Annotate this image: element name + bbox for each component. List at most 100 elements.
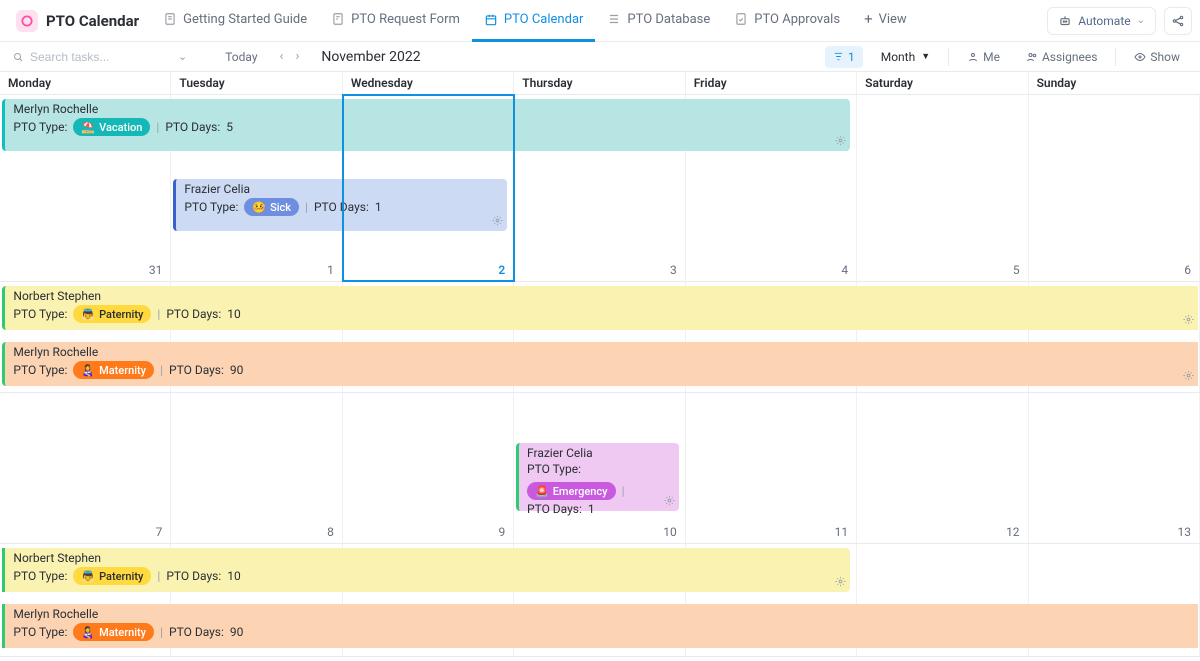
calendar-cell[interactable]: 12 — [857, 393, 1028, 543]
tab-pto-database[interactable]: PTO Database — [595, 0, 722, 41]
view-mode-selector[interactable]: Month ▼ — [873, 46, 938, 68]
event-days-label: PTO Days: — [527, 502, 582, 516]
day-number: 31 — [149, 263, 163, 277]
doc-icon — [163, 12, 177, 26]
robot-icon — [1058, 14, 1072, 28]
calendar-cell[interactable]: 11 — [686, 393, 857, 543]
calendar-cell[interactable]: 5 — [857, 95, 1028, 281]
event-person: Norbert Stephen — [9, 551, 845, 565]
calendar-cell[interactable]: 7 — [0, 393, 171, 543]
day-number: 11 — [835, 525, 849, 539]
tab-pto-calendar[interactable]: PTO Calendar — [472, 1, 596, 42]
filter-pill[interactable]: 1 — [825, 46, 863, 68]
tab-getting-started[interactable]: Getting Started Guide — [151, 0, 319, 41]
gear-icon[interactable] — [664, 495, 675, 509]
event-type-badge: 🚨Emergency — [527, 482, 616, 500]
show-menu[interactable]: Show — [1126, 46, 1188, 68]
list-title[interactable]: PTO Calendar — [8, 10, 147, 32]
event-bar[interactable]: Merlyn Rochelle PTO Type: 👩‍🍼Maternity |… — [2, 604, 1197, 648]
calendar-week: 31 1 2 3 4 5 6 Merlyn Rochelle PTO Type:… — [0, 95, 1200, 282]
event-bar[interactable]: Norbert Stephen PTO Type: 👼Paternity | P… — [2, 286, 1197, 330]
calendar-week: 7 8 9 10 11 12 13 Frazier Celia PTO Type… — [0, 393, 1200, 544]
event-type-badge: 👩‍🍼Maternity — [73, 623, 154, 641]
day-number: 4 — [841, 263, 848, 277]
day-header: Thursday — [514, 72, 685, 94]
search-chevron-icon[interactable]: ⌄ — [178, 50, 187, 63]
separator: | — [156, 120, 159, 134]
event-type-label: PTO Type: — [13, 625, 67, 639]
event-type-label: PTO Type: — [184, 200, 238, 214]
event-type-label: PTO Type: — [13, 120, 67, 134]
add-view-label: View — [879, 12, 907, 27]
automate-button[interactable]: Automate ⌄ — [1047, 7, 1156, 35]
calendar-cell[interactable]: 9 — [343, 393, 514, 543]
day-number: 6 — [1184, 263, 1191, 277]
add-view-button[interactable]: + View — [852, 0, 919, 41]
eye-icon — [1134, 51, 1146, 63]
search-input[interactable] — [30, 50, 150, 64]
event-days-value: 90 — [230, 625, 244, 639]
event-person: Merlyn Rochelle — [9, 607, 1193, 621]
chevron-down-icon: ⌄ — [1137, 15, 1145, 26]
separator: | — [160, 363, 163, 377]
event-person: Norbert Stephen — [9, 289, 1193, 303]
caret-down-icon: ▼ — [921, 51, 930, 62]
event-type-badge: 👼Paternity — [73, 567, 151, 585]
calendar-week: Norbert Stephen PTO Type: 👼Paternity | P… — [0, 282, 1200, 393]
event-days-value: 10 — [227, 307, 241, 321]
day-header: Wednesday — [343, 72, 514, 94]
event-person: Merlyn Rochelle — [9, 345, 1193, 359]
event-type-label: PTO Type: — [13, 363, 67, 377]
separator: | — [157, 569, 160, 583]
tab-request-form[interactable]: PTO Request Form — [319, 0, 472, 41]
person-icon — [967, 51, 979, 63]
show-label: Show — [1150, 50, 1180, 64]
calendar-cell-today[interactable]: 2 — [343, 95, 514, 281]
day-header: Friday — [686, 72, 857, 94]
calendar-cell[interactable]: 6 — [1029, 95, 1200, 281]
calendar-day-headers: Monday Tuesday Wednesday Thursday Friday… — [0, 72, 1200, 95]
separator: | — [622, 484, 625, 498]
event-type-badge: ⛱️Vacation — [73, 118, 150, 136]
calendar-cell[interactable]: 13 — [1029, 393, 1200, 543]
automate-label: Automate — [1078, 14, 1130, 28]
tab-pto-approvals[interactable]: PTO Approvals — [722, 0, 852, 41]
assignees-filter[interactable]: Assignees — [1018, 46, 1105, 68]
today-button[interactable]: Today — [225, 50, 257, 64]
gear-icon[interactable] — [1183, 370, 1194, 384]
tab-label: PTO Request Form — [351, 12, 460, 27]
event-type-badge: 🤒Sick — [244, 198, 299, 216]
view-mode-label: Month — [881, 50, 915, 64]
event-days-label: PTO Days: — [169, 363, 224, 377]
gear-icon[interactable] — [1183, 314, 1194, 328]
event-days-label: PTO Days: — [169, 625, 224, 639]
day-header: Saturday — [857, 72, 1028, 94]
calendar-cell[interactable]: 8 — [171, 393, 342, 543]
event-days-value: 5 — [226, 120, 233, 134]
day-number: 3 — [670, 263, 677, 277]
event-bar[interactable]: Merlyn Rochelle PTO Type: 👩‍🍼Maternity |… — [2, 342, 1197, 386]
me-filter[interactable]: Me — [959, 46, 1008, 68]
day-header: Sunday — [1029, 72, 1200, 94]
share-button[interactable] — [1164, 7, 1192, 35]
separator: | — [160, 625, 163, 639]
gear-icon[interactable] — [835, 576, 846, 590]
day-header: Monday — [0, 72, 171, 94]
event-days-value: 1 — [588, 502, 595, 516]
prev-button[interactable]: ‹ — [276, 49, 288, 64]
event-bar[interactable]: Frazier Celia PTO Type: 🚨Emergency | PTO… — [516, 443, 679, 511]
event-type-label: PTO Type: — [527, 462, 581, 476]
plus-icon: + — [864, 10, 873, 28]
current-month-label: November 2022 — [321, 49, 420, 65]
search-icon — [12, 51, 24, 63]
event-person: Frazier Celia — [523, 446, 675, 460]
share-icon — [1171, 14, 1185, 28]
day-number: 9 — [499, 525, 506, 539]
next-button[interactable]: › — [291, 49, 303, 64]
tab-label: PTO Approvals — [754, 12, 840, 27]
form-icon — [331, 12, 345, 26]
event-days-value: 10 — [227, 569, 241, 583]
gear-icon[interactable] — [835, 135, 846, 149]
search-wrap[interactable] — [12, 50, 150, 64]
event-bar[interactable]: Norbert Stephen PTO Type: 👼Paternity | P… — [2, 548, 849, 592]
